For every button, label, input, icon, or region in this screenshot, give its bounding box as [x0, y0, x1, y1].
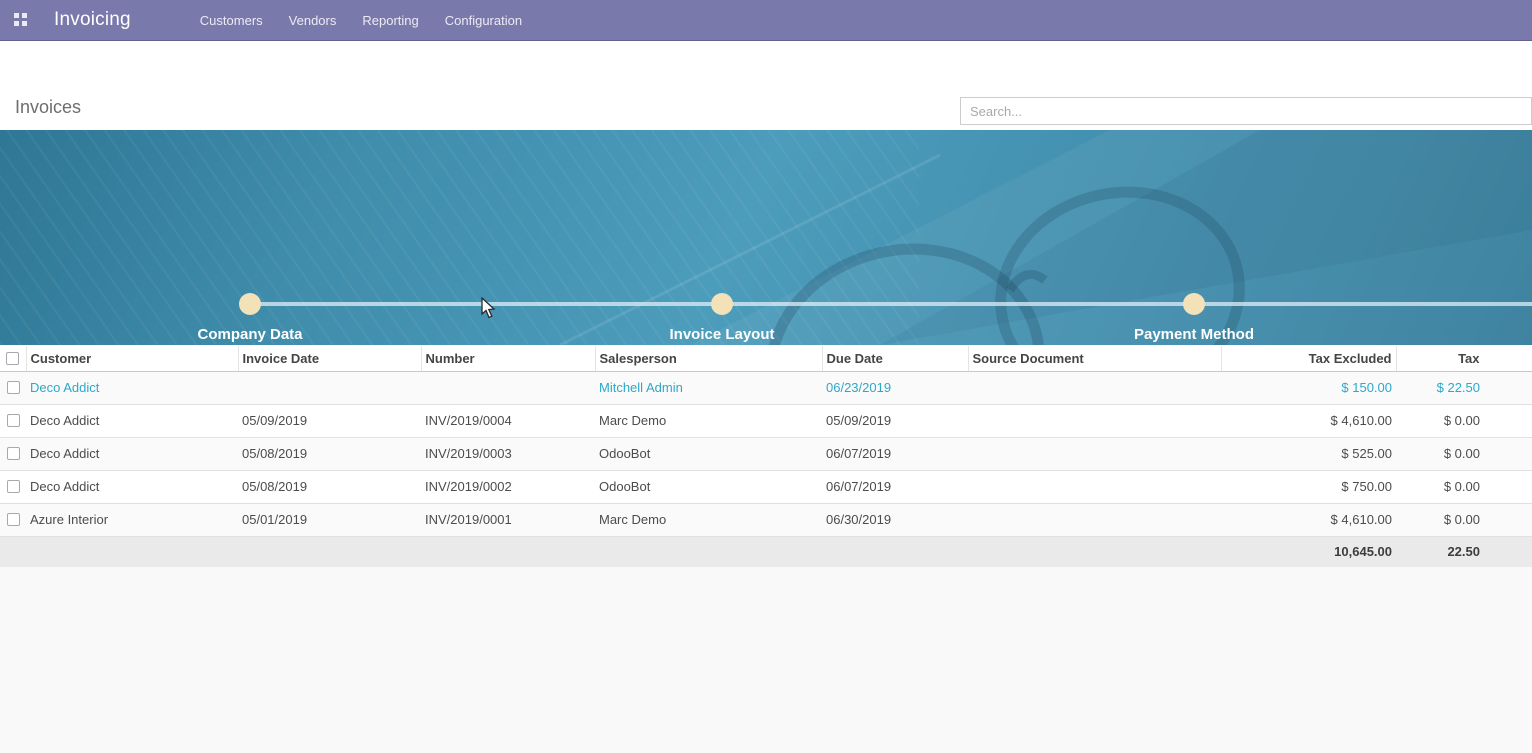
cell-source-document	[968, 404, 1221, 437]
select-all-cell	[0, 346, 26, 371]
step-dot-invoice-layout	[711, 293, 733, 315]
row-checkbox[interactable]	[7, 381, 20, 394]
row-checkbox[interactable]	[7, 513, 20, 526]
cell-tax: $ 0.00	[1396, 470, 1532, 503]
nav-item-configuration[interactable]: Configuration	[432, 0, 535, 41]
content-background	[0, 567, 1532, 753]
cell-invoice-date: 05/09/2019	[238, 404, 421, 437]
cell-tax-excluded: $ 750.00	[1221, 470, 1396, 503]
cell-due-date: 06/30/2019	[822, 503, 968, 536]
cell-salesperson: OdooBot	[595, 470, 822, 503]
column-header-tax-excluded[interactable]: Tax Excluded	[1221, 346, 1396, 371]
row-checkbox[interactable]	[7, 414, 20, 427]
table-row[interactable]: Deco Addict 05/09/2019 INV/2019/0004 Mar…	[0, 404, 1532, 437]
table-header-row: Customer Invoice Date Number Salesperson…	[0, 346, 1532, 371]
search-input[interactable]	[961, 98, 1531, 124]
cell-tax-excluded: $ 4,610.00	[1221, 404, 1396, 437]
column-header-number[interactable]: Number	[421, 346, 595, 371]
page-title: Invoices	[15, 97, 81, 118]
row-checkbox[interactable]	[7, 447, 20, 460]
table-row[interactable]: Deco Addict Mitchell Admin 06/23/2019 $ …	[0, 371, 1532, 404]
cell-invoice-date	[238, 371, 421, 404]
app-title[interactable]: Invoicing	[54, 9, 131, 31]
invoicing-app-window: Invoicing Customers Vendors Reporting Co…	[0, 0, 1532, 753]
cell-number: INV/2019/0004	[421, 404, 595, 437]
nav-menu: Customers Vendors Reporting Configuratio…	[187, 0, 535, 41]
cell-source-document	[968, 470, 1221, 503]
onboarding-step-invoice-layout: Invoice Layout Customize the look of you…	[592, 326, 852, 345]
cell-number: INV/2019/0003	[421, 437, 595, 470]
step-title: Company Data	[120, 326, 380, 343]
cell-tax: $ 0.00	[1396, 437, 1532, 470]
cell-salesperson: Marc Demo	[595, 404, 822, 437]
column-header-customer[interactable]: Customer	[26, 346, 238, 371]
nav-item-reporting[interactable]: Reporting	[349, 0, 431, 41]
cell-salesperson: OdooBot	[595, 437, 822, 470]
cell-customer: Deco Addict	[26, 437, 238, 470]
onboarding-step-company-data: Company Data Set your company's data for…	[120, 326, 380, 345]
cell-customer: Azure Interior	[26, 503, 238, 536]
top-navbar: Invoicing Customers Vendors Reporting Co…	[0, 0, 1532, 41]
nav-item-vendors[interactable]: Vendors	[276, 0, 350, 41]
cell-invoice-date: 05/01/2019	[238, 503, 421, 536]
cell-number	[421, 371, 595, 404]
totals-row: 10,645.00 22.50	[0, 536, 1532, 567]
step-dot-company-data	[239, 293, 261, 315]
step-dot-payment-method	[1183, 293, 1205, 315]
step-title: Payment Method	[1064, 326, 1324, 343]
column-header-salesperson[interactable]: Salesperson	[595, 346, 822, 371]
cell-tax: $ 22.50	[1396, 371, 1532, 404]
cell-due-date: 06/23/2019	[822, 371, 968, 404]
cell-salesperson: Marc Demo	[595, 503, 822, 536]
column-header-invoice-date[interactable]: Invoice Date	[238, 346, 421, 371]
cell-number: INV/2019/0002	[421, 470, 595, 503]
banner-background-art	[0, 130, 1532, 345]
cell-source-document	[968, 437, 1221, 470]
cell-tax-excluded: $ 150.00	[1221, 371, 1396, 404]
cell-source-document	[968, 371, 1221, 404]
cell-tax: $ 0.00	[1396, 503, 1532, 536]
onboarding-progress-line	[250, 302, 1532, 306]
table-row[interactable]: Deco Addict 05/08/2019 INV/2019/0002 Odo…	[0, 470, 1532, 503]
cell-due-date: 06/07/2019	[822, 437, 968, 470]
select-all-checkbox[interactable]	[6, 352, 19, 365]
cell-tax: $ 0.00	[1396, 404, 1532, 437]
cell-customer: Deco Addict	[26, 470, 238, 503]
cell-source-document	[968, 503, 1221, 536]
invoice-list: Customer Invoice Date Number Salesperson…	[0, 346, 1532, 568]
onboarding-banner: Company Data Set your company's data for…	[0, 130, 1532, 345]
cell-tax-excluded: $ 525.00	[1221, 437, 1396, 470]
step-title: Invoice Layout	[592, 326, 852, 343]
column-header-due-date[interactable]: Due Date	[822, 346, 968, 371]
row-checkbox[interactable]	[7, 480, 20, 493]
cell-tax-excluded: $ 4,610.00	[1221, 503, 1396, 536]
total-tax: 22.50	[1396, 536, 1532, 567]
total-tax-excluded: 10,645.00	[1221, 536, 1396, 567]
cell-salesperson: Mitchell Admin	[595, 371, 822, 404]
table-row[interactable]: Deco Addict 05/08/2019 INV/2019/0003 Odo…	[0, 437, 1532, 470]
cell-invoice-date: 05/08/2019	[238, 437, 421, 470]
column-header-source-document[interactable]: Source Document	[968, 346, 1221, 371]
search-box	[960, 97, 1532, 125]
cell-number: INV/2019/0001	[421, 503, 595, 536]
column-header-tax[interactable]: Tax	[1396, 346, 1532, 371]
cell-due-date: 06/07/2019	[822, 470, 968, 503]
cell-customer: Deco Addict	[26, 371, 238, 404]
nav-item-customers[interactable]: Customers	[187, 0, 276, 41]
control-panel: Invoices ✚Create Import Filters ≡ Group …	[0, 41, 1532, 130]
cell-invoice-date: 05/08/2019	[238, 470, 421, 503]
cell-due-date: 05/09/2019	[822, 404, 968, 437]
onboarding-step-payment-method: Payment Method Configure your payment me…	[1064, 326, 1324, 345]
apps-menu-icon[interactable]	[14, 13, 28, 27]
table-row[interactable]: Azure Interior 05/01/2019 INV/2019/0001 …	[0, 503, 1532, 536]
cell-customer: Deco Addict	[26, 404, 238, 437]
